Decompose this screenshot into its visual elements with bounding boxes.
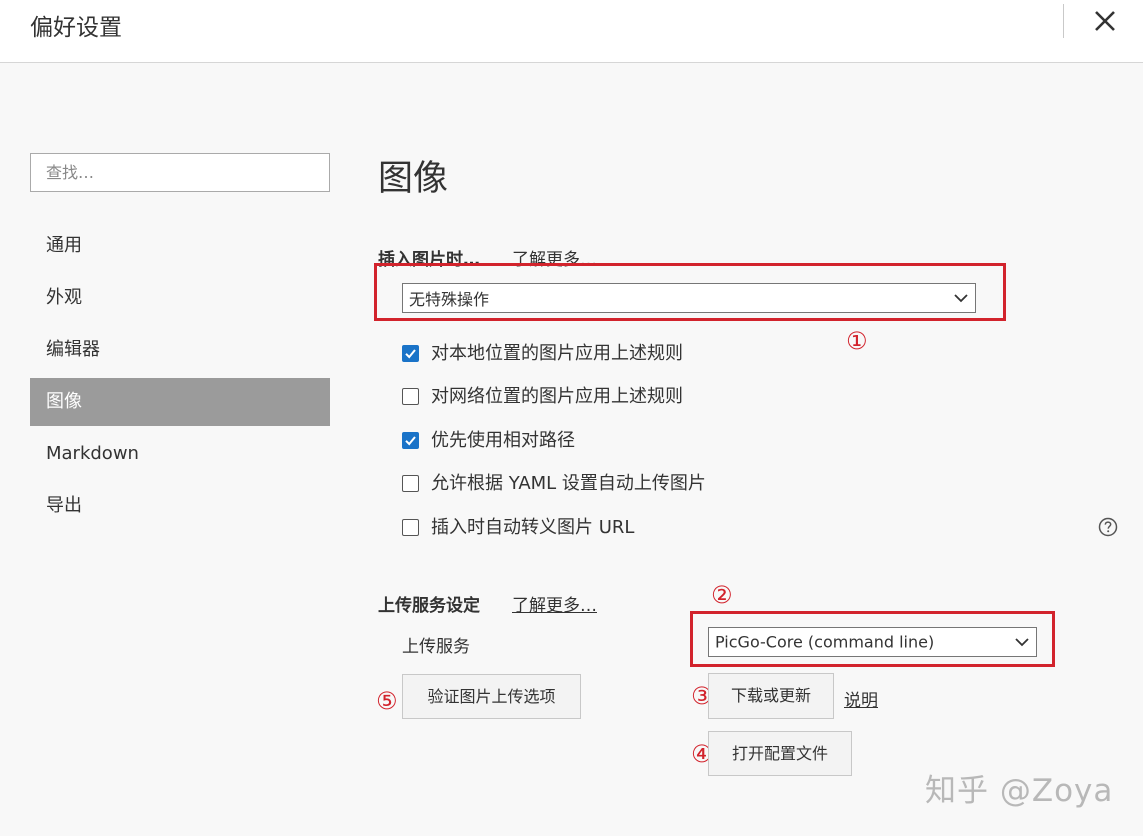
option-label: 优先使用相对路径 — [431, 430, 575, 451]
insert-action-select[interactable]: 无特殊操作 — [402, 283, 976, 313]
option-label: 插入时自动转义图片 URL — [431, 517, 635, 538]
sidebar-item-image[interactable]: 图像 — [30, 378, 330, 426]
chevron-down-icon — [954, 294, 968, 303]
checkbox-escape-url[interactable] — [402, 519, 419, 536]
annotation-marker-1: ① — [846, 327, 868, 355]
checkbox-local-images[interactable] — [402, 345, 419, 362]
open-config-button[interactable]: 打开配置文件 — [708, 731, 852, 776]
close-icon — [1095, 11, 1115, 31]
annotation-marker-2: ② — [711, 581, 733, 609]
watermark: 知乎 @Zoya — [925, 773, 1114, 809]
download-update-button[interactable]: 下载或更新 — [708, 673, 834, 719]
option-label: 允许根据 YAML 设置自动上传图片 — [431, 473, 706, 494]
close-button[interactable] — [1088, 4, 1122, 38]
help-icon — [1098, 517, 1118, 537]
checkbox-network-images[interactable] — [402, 388, 419, 405]
page-title: 图像 — [378, 159, 449, 199]
checkbox-relative-path[interactable] — [402, 432, 419, 449]
upload-section-title: 上传服务设定 — [378, 596, 480, 616]
title-divider — [1063, 4, 1064, 38]
explain-link[interactable]: 说明 — [844, 686, 878, 711]
search-input[interactable] — [30, 153, 330, 192]
upload-service-select[interactable]: PicGo-Core (command line) — [708, 627, 1037, 657]
upload-service-value: PicGo-Core (command line) — [715, 632, 935, 652]
checkbox-yaml-upload[interactable] — [402, 475, 419, 492]
sidebar-item-export[interactable]: 导出 — [30, 482, 330, 530]
insert-action-value: 无特殊操作 — [409, 290, 490, 309]
title-bar: 偏好设置 — [0, 0, 1143, 63]
verify-upload-button[interactable]: 验证图片上传选项 — [402, 674, 581, 719]
check-icon — [405, 436, 416, 446]
upload-learn-more-link[interactable]: 了解更多… — [512, 591, 597, 616]
option-label: 对本地位置的图片应用上述规则 — [431, 343, 683, 364]
option-label: 对网络位置的图片应用上述规则 — [431, 386, 683, 407]
sidebar-item-markdown[interactable]: Markdown — [30, 430, 330, 478]
help-button[interactable] — [1098, 517, 1118, 537]
chevron-down-icon — [1015, 638, 1029, 647]
sidebar-item-appearance[interactable]: 外观 — [30, 274, 330, 322]
upload-service-label: 上传服务 — [402, 637, 470, 657]
sidebar-item-editor[interactable]: 编辑器 — [30, 326, 330, 374]
check-icon — [405, 349, 416, 359]
annotation-marker-5: ⑤ — [376, 687, 398, 715]
window-title: 偏好设置 — [30, 15, 122, 41]
sidebar-item-general[interactable]: 通用 — [30, 222, 330, 270]
